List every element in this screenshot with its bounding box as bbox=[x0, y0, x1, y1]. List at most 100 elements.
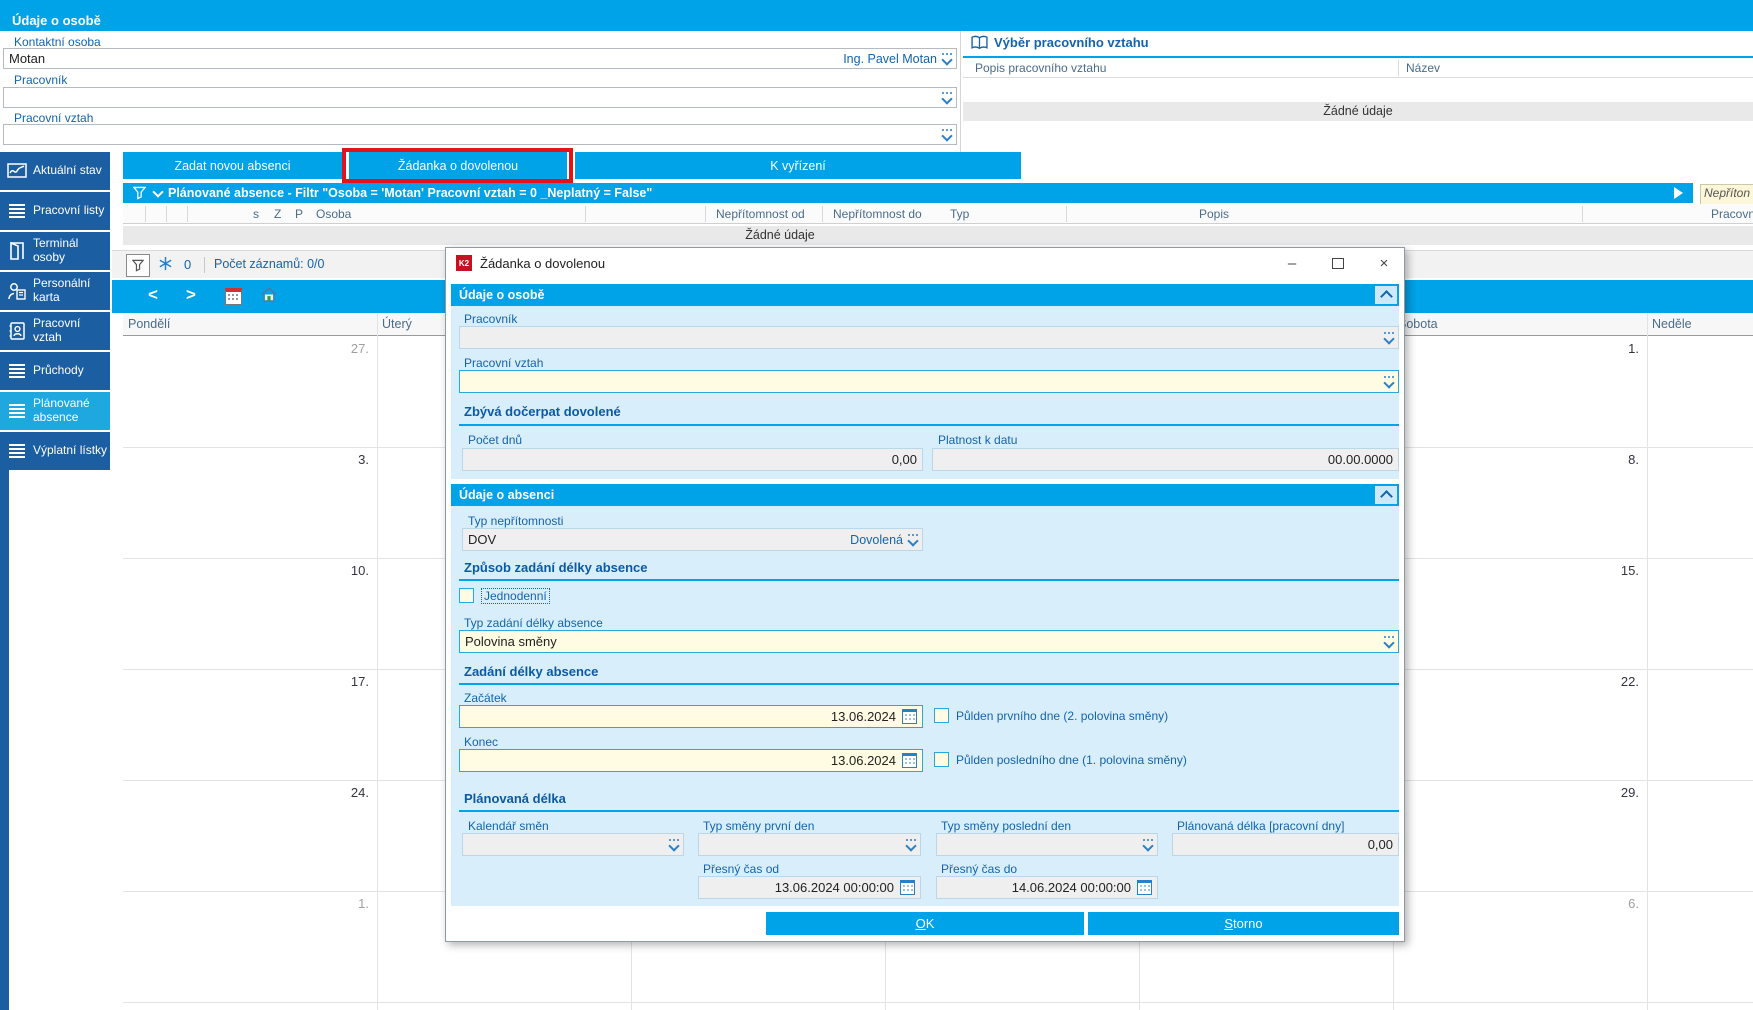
close-button[interactable]: × bbox=[1362, 248, 1406, 278]
planned-length-value: 0,00 bbox=[1367, 837, 1393, 852]
ok-button[interactable]: OK bbox=[766, 912, 1084, 935]
col-s[interactable]: s bbox=[253, 207, 259, 221]
side-note-text: Nepříton bbox=[1704, 186, 1751, 200]
sidebar-item-pracovni-vztah[interactable]: Pracovní vztah bbox=[0, 312, 110, 350]
funnel-icon[interactable] bbox=[133, 186, 146, 200]
sidebar-item-pruchody[interactable]: Průchody bbox=[0, 352, 110, 390]
halfday-last-label[interactable]: Půlden posledního dne (1. polovina směny… bbox=[956, 753, 1187, 767]
sidebar-item-terminal-osoby[interactable]: Terminál osoby bbox=[0, 232, 110, 270]
halfday-first-label[interactable]: Půlden prvního dne (2. polovina směny) bbox=[956, 709, 1168, 723]
calendar-date[interactable]: 8. bbox=[1599, 452, 1639, 467]
prev-month-button[interactable]: < bbox=[148, 285, 158, 305]
calendar-date[interactable]: 1. bbox=[1599, 341, 1639, 356]
contact-person-value: Motan bbox=[9, 51, 46, 66]
col-typ[interactable]: Typ bbox=[950, 207, 969, 221]
col-name-header[interactable]: Název bbox=[1406, 61, 1440, 75]
col-osoba[interactable]: Osoba bbox=[316, 207, 351, 221]
relation-picker-title: Výběr pracovního vztahu bbox=[994, 35, 1149, 50]
date-picker-icon[interactable] bbox=[902, 709, 917, 724]
section-rule bbox=[459, 810, 1399, 812]
section-person-header[interactable]: Údaje o osobě bbox=[451, 284, 1399, 306]
chevron-down-icon[interactable] bbox=[152, 186, 164, 198]
snowflake-icon[interactable] bbox=[158, 256, 173, 276]
oneday-checkbox-label[interactable]: Jednodenní bbox=[481, 588, 550, 604]
calendar-date[interactable]: 1. bbox=[329, 896, 369, 911]
col-pracovni-vztah[interactable]: Pracovní vztah bbox=[1711, 207, 1753, 221]
shift-first-field[interactable] bbox=[698, 833, 921, 856]
calendar-date[interactable]: 27. bbox=[329, 341, 369, 356]
calendar-date[interactable]: 24. bbox=[329, 785, 369, 800]
date-picker-icon[interactable] bbox=[1137, 880, 1152, 895]
filter-button[interactable] bbox=[126, 254, 150, 277]
maximize-button[interactable] bbox=[1316, 248, 1360, 278]
dropdown-icon[interactable] bbox=[941, 129, 953, 142]
expand-right-icon[interactable] bbox=[1674, 187, 1683, 199]
validity-field[interactable]: 00.00.0000 bbox=[932, 448, 1399, 471]
days-count-field[interactable]: 0,00 bbox=[462, 448, 923, 471]
col-p[interactable]: P bbox=[295, 207, 303, 221]
section-absence-header[interactable]: Údaje o absenci bbox=[451, 484, 1399, 506]
dialog-title-bar[interactable]: K2 Žádanka o dovolenou – × bbox=[446, 248, 1404, 278]
calendar-date[interactable]: 15. bbox=[1599, 563, 1639, 578]
dropdown-icon[interactable] bbox=[1383, 332, 1395, 345]
exact-to-field[interactable]: 14.06.2024 00:00:00 bbox=[936, 876, 1158, 899]
contact-person-field[interactable]: Motan Ing. Pavel Motan bbox=[3, 48, 957, 69]
end-date-field[interactable]: 13.06.2024 bbox=[459, 749, 923, 772]
dropdown-icon[interactable] bbox=[907, 534, 919, 547]
sidebar-item-pracovni-listy[interactable]: Pracovní listy bbox=[0, 192, 110, 230]
dropdown-icon[interactable] bbox=[1383, 376, 1395, 389]
date-picker-icon[interactable] bbox=[902, 753, 917, 768]
sidebar-item-planovane-absence[interactable]: Plánované absence bbox=[0, 392, 110, 430]
entry-type-field[interactable]: Polovina směny bbox=[459, 630, 1399, 653]
col-z[interactable]: Z bbox=[274, 207, 281, 221]
dropdown-icon[interactable] bbox=[941, 53, 953, 66]
next-month-button[interactable]: > bbox=[186, 285, 196, 305]
calendar-date[interactable]: 17. bbox=[329, 674, 369, 689]
sidebar-rail bbox=[0, 470, 9, 1010]
shift-calendar-field[interactable] bbox=[462, 833, 684, 856]
calendar-date[interactable]: 10. bbox=[329, 563, 369, 578]
col-nepritomnost-od[interactable]: Nepřítomnost od bbox=[716, 207, 805, 221]
exact-from-field[interactable]: 13.06.2024 00:00:00 bbox=[698, 876, 921, 899]
date-picker-icon[interactable] bbox=[900, 880, 915, 895]
dropdown-icon[interactable] bbox=[905, 839, 917, 852]
oneday-checkbox[interactable] bbox=[459, 588, 474, 603]
section-rule bbox=[459, 579, 1399, 581]
absence-side-note[interactable]: Nepříton bbox=[1700, 184, 1753, 206]
worker-field[interactable] bbox=[3, 87, 957, 108]
planned-length-title: Plánovaná délka bbox=[464, 791, 566, 806]
relation-field[interactable] bbox=[3, 124, 957, 145]
halfday-first-checkbox[interactable] bbox=[934, 708, 949, 723]
worker-label: Pracovník bbox=[14, 73, 68, 87]
dropdown-icon[interactable] bbox=[1383, 636, 1395, 649]
storno-button[interactable]: Storno bbox=[1088, 912, 1399, 935]
col-popis[interactable]: Popis bbox=[1199, 207, 1229, 221]
shift-last-field[interactable] bbox=[936, 833, 1158, 856]
collapse-section-icon[interactable] bbox=[1375, 286, 1397, 304]
sidebar-item-aktualni-stav[interactable]: Aktuální stav bbox=[0, 152, 110, 190]
absence-table-empty-row: Žádné údaje bbox=[123, 226, 1753, 245]
tab-k-vyrizeni[interactable]: K vyřízení bbox=[575, 152, 1021, 179]
dlg-relation-field[interactable] bbox=[459, 370, 1399, 393]
calendar-date[interactable]: 29. bbox=[1599, 785, 1639, 800]
tab-zadat-novou-absenci[interactable]: Zadat novou absenci bbox=[123, 152, 342, 179]
col-desc-header[interactable]: Popis pracovního vztahu bbox=[975, 61, 1106, 75]
sidebar-item-vyplatni-listky[interactable]: Výplatní lístky bbox=[0, 432, 110, 470]
calendar-view-icon[interactable] bbox=[225, 288, 242, 305]
calendar-date[interactable]: 3. bbox=[329, 452, 369, 467]
dropdown-icon[interactable] bbox=[1142, 839, 1154, 852]
dropdown-icon[interactable] bbox=[941, 92, 953, 105]
calendar-date[interactable]: 6. bbox=[1599, 896, 1639, 911]
minimize-button[interactable]: – bbox=[1270, 248, 1314, 278]
planned-length-field[interactable]: 0,00 bbox=[1172, 833, 1399, 856]
start-date-field[interactable]: 13.06.2024 bbox=[459, 705, 923, 728]
col-nepritomnost-do[interactable]: Nepřítomnost do bbox=[833, 207, 922, 221]
calendar-date[interactable]: 22. bbox=[1599, 674, 1639, 689]
dlg-worker-field[interactable] bbox=[459, 326, 1399, 349]
halfday-last-checkbox[interactable] bbox=[934, 752, 949, 767]
absence-type-field[interactable]: DOV Dovolená bbox=[462, 528, 923, 551]
home-icon[interactable] bbox=[260, 286, 278, 308]
collapse-section-icon[interactable] bbox=[1375, 486, 1397, 504]
sidebar-item-personalni-karta[interactable]: Personální karta bbox=[0, 272, 110, 310]
dropdown-icon[interactable] bbox=[668, 839, 680, 852]
